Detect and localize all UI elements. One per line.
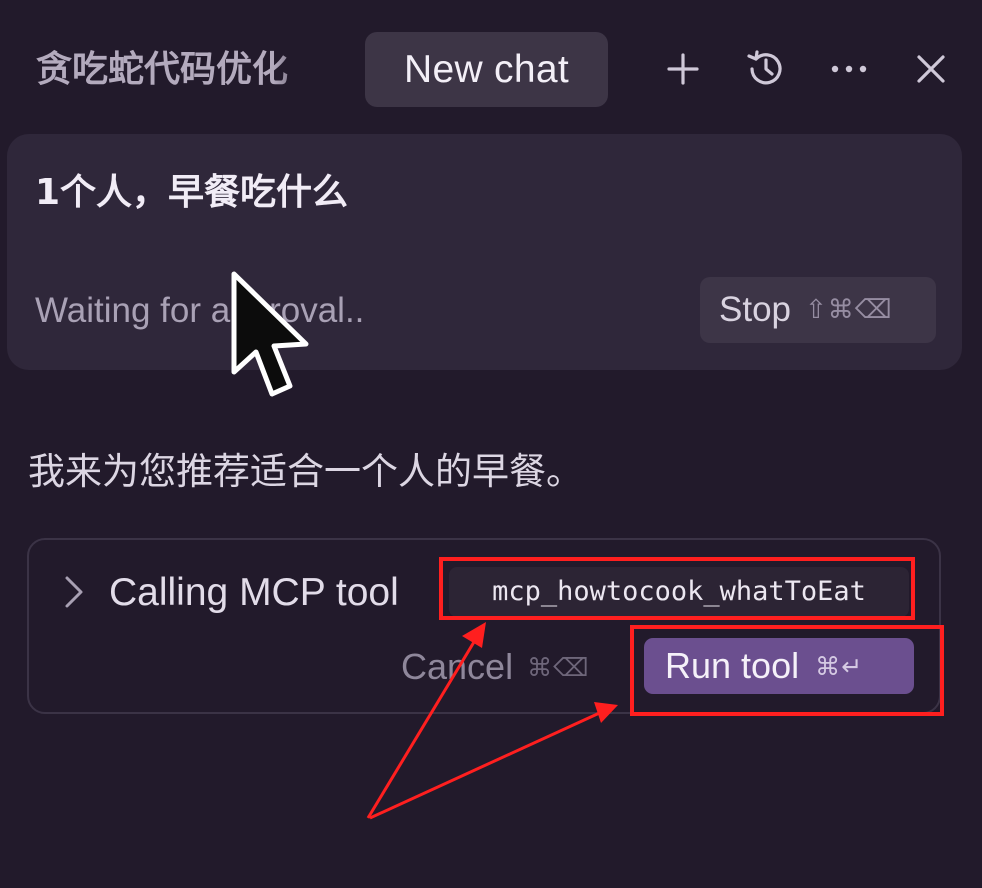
user-message-card: 1个人，早餐吃什么 Waiting for approval.. Stop ⇧⌘… [7, 134, 962, 370]
stop-button-label: Stop [719, 290, 791, 329]
tool-call-card: Calling MCP tool mcp_howtocook_whatToEat… [27, 538, 941, 714]
calling-mcp-tool-label: Calling MCP tool [109, 571, 399, 614]
chevron-right-icon[interactable] [59, 572, 89, 612]
approval-status: Waiting for approval.. [35, 291, 365, 330]
run-tool-shortcut-hint: ⌘↵ [815, 651, 864, 681]
stop-shortcut-hint: ⇧⌘⌫ [805, 295, 893, 325]
close-icon[interactable] [908, 46, 954, 92]
chat-panel: 贪吃蛇代码优化 New chat 1个人，早餐吃什么 Waiting for a… [0, 0, 982, 888]
more-icon[interactable] [826, 46, 872, 92]
cancel-button[interactable]: Cancel ⌘⌫ [401, 638, 589, 696]
new-chat-tab[interactable]: New chat [365, 32, 608, 107]
chat-tab-title[interactable]: 贪吃蛇代码优化 [36, 44, 326, 96]
stop-button[interactable]: Stop ⇧⌘⌫ [700, 277, 936, 343]
annotation-arrow-to-run-tool [369, 702, 618, 820]
chat-header: 贪吃蛇代码优化 New chat [0, 0, 982, 130]
run-tool-button-label: Run tool [665, 645, 800, 686]
cancel-shortcut-hint: ⌘⌫ [527, 652, 590, 682]
plus-icon[interactable] [660, 46, 706, 92]
run-tool-button[interactable]: Run tool ⌘↵ [644, 638, 914, 694]
user-message-text: 1个人，早餐吃什么 [35, 172, 349, 213]
assistant-message-text: 我来为您推荐适合一个人的早餐。 [28, 450, 583, 493]
history-icon[interactable] [743, 46, 789, 92]
mouse-cursor-icon [231, 271, 309, 397]
cancel-button-label: Cancel [401, 646, 514, 687]
tool-name-chip: mcp_howtocook_whatToEat [449, 567, 909, 617]
